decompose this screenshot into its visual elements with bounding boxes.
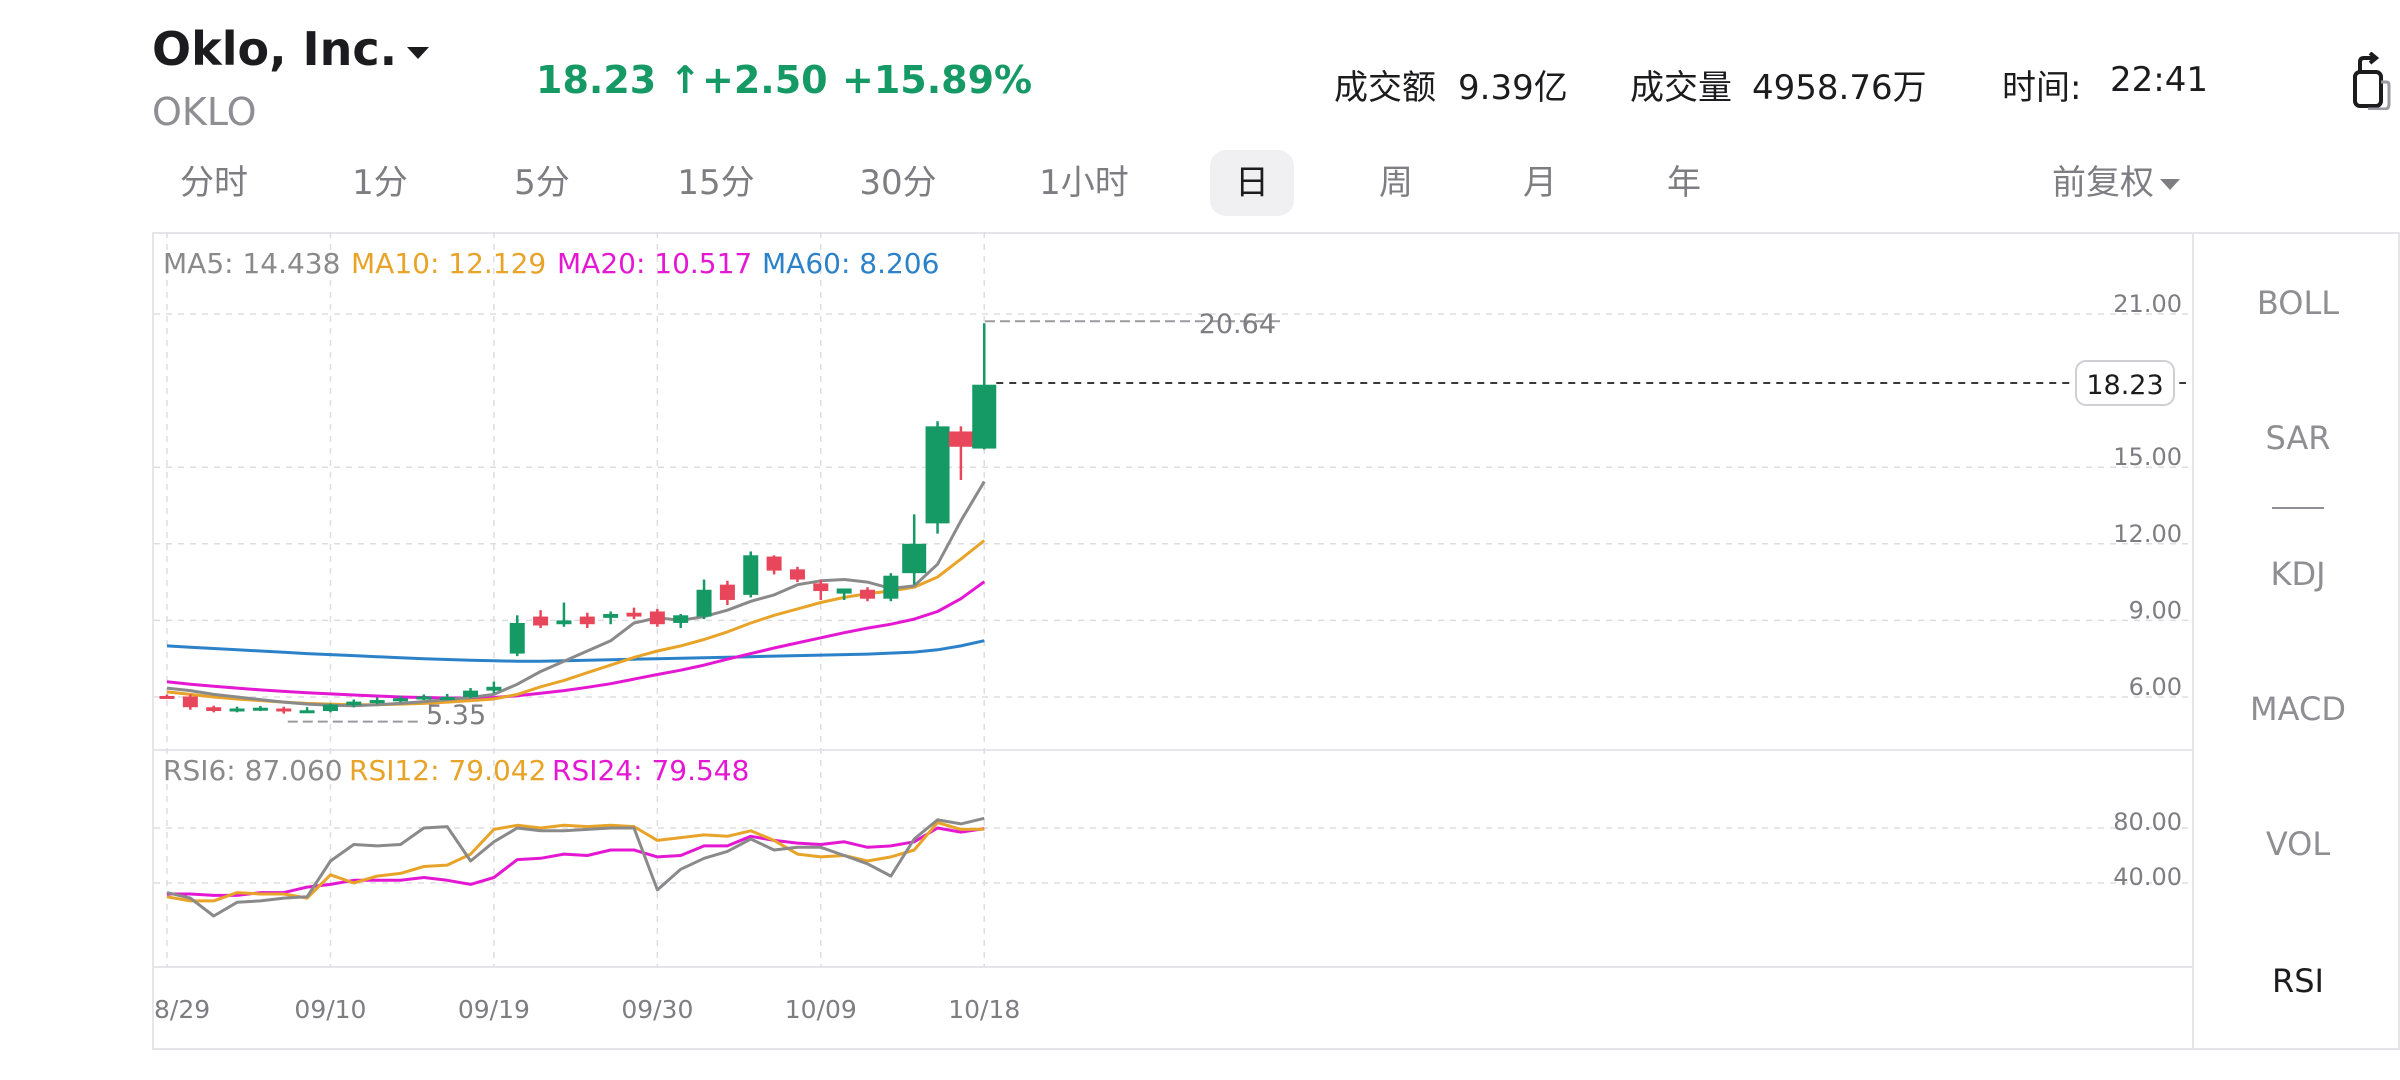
price-tick-label: 9.00	[2129, 596, 2182, 624]
candle-body	[252, 707, 268, 711]
candle-body	[696, 589, 712, 617]
ma60-line	[166, 639, 985, 663]
price-chart[interactable]: 21.00 15.00 12.00 9.00 6.00 80.00 40.00 8/29 09/…	[0, 0, 2400, 1080]
ma10-line	[166, 539, 986, 707]
candle-body	[948, 431, 973, 447]
date-tick-label: 10/18	[948, 995, 1020, 1024]
candle-body	[322, 704, 338, 712]
candle-body	[883, 575, 899, 599]
candle-body	[182, 696, 198, 708]
candle-body	[533, 616, 549, 626]
candle-body	[902, 543, 927, 574]
rsi-tick-label: 80.00	[2113, 808, 2182, 836]
candle-body	[299, 710, 315, 714]
price-tick-label: 12.00	[2113, 520, 2182, 548]
ma20-legend: MA20: 10.517	[557, 247, 752, 280]
candle-body	[276, 708, 292, 712]
low-price-annotation: 5.35	[426, 700, 486, 731]
current-price-label: 18.23	[2086, 370, 2163, 401]
candle-body	[743, 555, 759, 595]
price-tick-label: 6.00	[2129, 673, 2182, 701]
candle-body	[229, 708, 245, 712]
price-tick-label: 21.00	[2113, 290, 2182, 318]
candle-body	[579, 616, 595, 625]
candle-body	[509, 622, 525, 654]
candle-body	[813, 583, 829, 592]
candle-body	[925, 426, 950, 524]
candle-body	[556, 620, 572, 625]
ma60-legend: MA60: 8.206	[762, 247, 939, 280]
candle-body	[626, 612, 642, 617]
candle-body	[346, 701, 362, 706]
candle-body	[486, 686, 502, 691]
date-tick-label: 8/29	[154, 995, 210, 1024]
date-tick-label: 10/09	[785, 995, 857, 1024]
candle-body	[649, 611, 665, 625]
candle-body	[463, 690, 479, 697]
candle-body	[719, 584, 735, 600]
date-tick-label: 09/10	[294, 995, 366, 1024]
rsi6-legend: RSI6: 87.060	[163, 754, 343, 787]
candle-body	[369, 700, 385, 704]
candle-body	[159, 695, 175, 699]
candle-body	[836, 588, 852, 594]
high-price-annotation: 20.64	[1199, 309, 1276, 340]
rsi12-legend: RSI12: 79.042	[349, 754, 546, 787]
candle-body	[972, 384, 997, 449]
rsi24-legend: RSI24: 79.548	[552, 754, 749, 787]
candle-body	[789, 569, 805, 580]
ma20-line	[166, 580, 986, 700]
candle-body	[206, 707, 222, 712]
rsi6-line	[166, 816, 985, 918]
price-tick-label: 15.00	[2113, 443, 2182, 471]
rsi-tick-label: 40.00	[2113, 863, 2182, 891]
date-tick-label: 09/30	[621, 995, 693, 1024]
candle-body	[673, 615, 689, 623]
date-tick-label: 09/19	[458, 995, 530, 1024]
ma5-legend: MA5: 14.438	[163, 247, 340, 280]
candle-body	[766, 556, 782, 571]
ma10-legend: MA10: 12.129	[351, 247, 546, 280]
candle-body	[860, 589, 875, 599]
candle-body	[393, 698, 408, 702]
candle-body	[603, 614, 619, 618]
